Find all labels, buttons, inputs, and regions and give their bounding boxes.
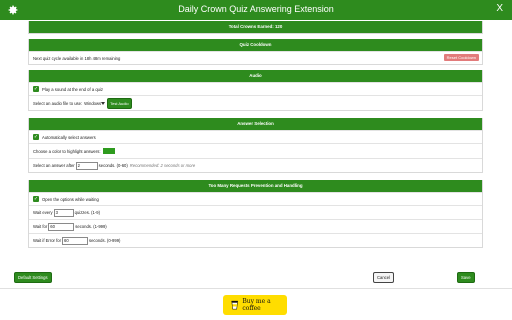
cooldown-status: Next quiz cycle available in 18h 48m rem… (33, 55, 121, 61)
play-sound-row: ✓ Play a sound at the end of a quiz (29, 82, 482, 95)
too-many-requests-section: Too Many Requests Prevention and Handlin… (28, 180, 483, 248)
answer-delay-hint: Recommended: 2 seconds or more (129, 163, 196, 168)
total-crowns-label: Total Crowns Earned: 120 (29, 21, 482, 33)
quiz-cooldown-section: Quiz Cooldown Next quiz cycle available … (28, 39, 483, 65)
highlight-color-row: Choose a color to highlight answers: (29, 143, 482, 158)
wait-for-suffix: seconds. (1-999) (75, 224, 107, 229)
wait-every-prefix: Wait every (33, 210, 53, 215)
open-options-checkbox[interactable]: ✓ (33, 196, 39, 202)
wait-for-prefix: Wait for (33, 224, 48, 229)
settings-content: Total Crowns Earned: 120 Quiz Cooldown N… (28, 21, 483, 255)
wait-error-input[interactable]: 60 (62, 236, 88, 245)
audio-file-label: Select an audio file to use: (33, 100, 83, 106)
reset-cooldown-button[interactable]: Reset Cooldown (443, 54, 479, 61)
highlight-color-picker[interactable] (102, 148, 115, 154)
highlight-color-label: Choose a color to highlight answers: (33, 148, 101, 154)
cancel-button[interactable]: Cancel (373, 272, 395, 283)
buy-me-a-coffee-label: Buy me a coffee (242, 298, 271, 312)
open-options-label: Open the options while waiting (42, 196, 99, 202)
audio-file-select[interactable]: Windows (84, 100, 106, 106)
wait-every-suffix: quizzes. (1-9) (74, 210, 100, 215)
close-button[interactable]: X (496, 3, 503, 14)
wait-for-input[interactable]: 60 (48, 222, 75, 231)
answer-delay-input[interactable]: 2 (75, 161, 98, 170)
footer-divider (0, 288, 512, 289)
wait-error-prefix: Wait if Error for (33, 238, 61, 243)
answer-delay-suffix: seconds. (0-60) (98, 163, 128, 168)
title-bar: Daily Crown Quiz Answering Extension X (0, 0, 512, 20)
wait-error-row: Wait if Error for 60 seconds. (0-999) (29, 233, 482, 247)
answer-selection-heading: Answer Selection (29, 118, 482, 130)
coffee-cup-icon (231, 300, 238, 310)
play-sound-label: Play a sound at the end of a quiz (42, 86, 103, 92)
buy-me-a-coffee-button[interactable]: Buy me a coffee (223, 295, 287, 315)
wait-error-suffix: seconds. (0-999) (89, 238, 121, 243)
audio-section: Audio ✓ Play a sound at the end of a qui… (28, 70, 483, 111)
open-options-row: ✓ Open the options while waiting (29, 192, 482, 205)
quiz-cooldown-heading: Quiz Cooldown (29, 39, 482, 51)
auto-select-label: Automatically select answers (42, 134, 96, 140)
chevron-down-icon (101, 101, 106, 105)
cooldown-row: Next quiz cycle available in 18h 48m rem… (29, 51, 482, 64)
auto-select-checkbox[interactable]: ✓ (33, 134, 39, 140)
play-sound-checkbox[interactable]: ✓ (33, 86, 39, 92)
answer-selection-section: Answer Selection ✓ Automatically select … (28, 118, 483, 173)
test-audio-button[interactable]: Test Audio (107, 97, 132, 109)
default-settings-button[interactable]: Default Settings (14, 272, 52, 283)
audio-file-selected: Windows (84, 100, 102, 106)
wait-every-input[interactable]: 3 (53, 208, 74, 217)
too-many-requests-heading: Too Many Requests Prevention and Handlin… (29, 180, 482, 192)
audio-heading: Audio (29, 70, 482, 82)
app-title: Daily Crown Quiz Answering Extension (178, 4, 334, 14)
save-button[interactable]: Save (457, 272, 475, 283)
auto-select-row: ✓ Automatically select answers (29, 130, 482, 143)
wait-for-row: Wait for 60 seconds. (1-999) (29, 219, 482, 233)
wait-every-row: Wait every 3 quizzes. (1-9) (29, 205, 482, 219)
answer-delay-prefix: Select an answer after (33, 163, 75, 168)
total-crowns-section: Total Crowns Earned: 120 (28, 21, 483, 34)
audio-file-row: Select an audio file to use: Windows Tes… (29, 95, 482, 110)
answer-delay-row: Select an answer after 2 seconds. (0-60)… (29, 158, 482, 172)
